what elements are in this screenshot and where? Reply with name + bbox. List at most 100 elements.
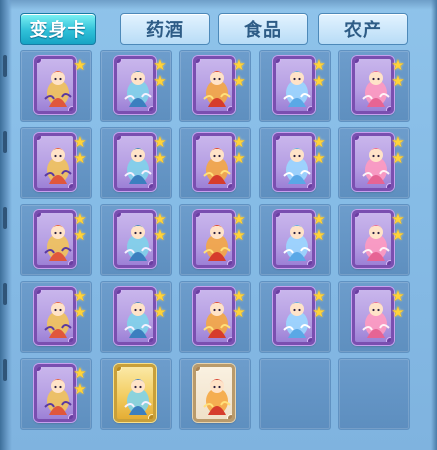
inventory-slot[interactable]: ★ ★	[20, 127, 92, 199]
star-icon: ★	[312, 73, 326, 90]
star-icon: ★	[232, 211, 246, 228]
card-ice-deer[interactable]	[352, 133, 394, 191]
card-character-art	[203, 148, 231, 184]
inventory-slot[interactable]: ★ ★	[179, 281, 251, 353]
star-icon: ★	[73, 150, 87, 167]
card-blue-mage[interactable]	[273, 133, 315, 191]
card-character-art	[124, 148, 152, 184]
rarity-stars: ★ ★	[312, 134, 326, 168]
star-icon: ★	[73, 381, 87, 398]
card-character-art	[124, 225, 152, 261]
star-icon: ★	[73, 211, 87, 228]
rarity-stars: ★ ★	[232, 211, 246, 245]
inventory-slot[interactable]: ★	[20, 50, 92, 122]
rarity-stars: ★ ★	[232, 289, 246, 322]
card-character-art	[283, 148, 311, 184]
star-icon: ★	[73, 57, 87, 74]
card-golden-lion[interactable]	[193, 56, 235, 114]
inventory-slot[interactable]: ★ ★	[20, 358, 92, 430]
inventory-slot[interactable]: ★ ★	[259, 204, 331, 276]
card-character-art	[124, 379, 152, 415]
rarity-stars: ★ ★	[153, 212, 167, 245]
inventory-slot[interactable]: ★ ★	[100, 50, 172, 122]
inventory-slot[interactable]: ★ ★	[20, 204, 92, 276]
card-flame-fox[interactable]	[352, 287, 394, 345]
inventory-slot[interactable]: ★ ★	[338, 204, 410, 276]
card-golden-lion[interactable]	[352, 56, 394, 114]
card-dark-maiden[interactable]	[273, 287, 315, 345]
card-bronze-warrior[interactable]	[34, 364, 76, 422]
card-golden-lion[interactable]	[34, 133, 76, 191]
card-armored-general[interactable]	[34, 210, 76, 268]
inventory-slot[interactable]: ★ ★	[338, 281, 410, 353]
card-rider-warrior[interactable]	[193, 133, 235, 191]
card-character-art	[362, 71, 390, 107]
rarity-stars: ★ ★	[312, 211, 326, 245]
card-character-art	[362, 225, 390, 261]
card-swordsman[interactable]	[114, 56, 156, 114]
star-icon: ★	[391, 57, 405, 74]
star-icon: ★	[232, 304, 246, 321]
star-icon: ★	[391, 304, 405, 321]
tab-medicine-wine[interactable]: 药酒	[120, 13, 210, 45]
inventory-slot[interactable]: ★ ★	[100, 204, 172, 276]
inventory-slot[interactable]: ★ ★	[259, 127, 331, 199]
star-icon: ★	[391, 134, 405, 151]
rarity-stars: ★ ★	[391, 134, 405, 168]
star-icon: ★	[391, 227, 405, 244]
card-crystal-fairy[interactable]	[114, 210, 156, 268]
inventory-slot-empty[interactable]	[338, 358, 410, 430]
inventory-slot[interactable]	[179, 358, 251, 430]
inventory-slot[interactable]: ★ ★	[179, 204, 251, 276]
inventory-slot[interactable]: ★ ★	[179, 127, 251, 199]
rarity-stars: ★ ★	[153, 57, 167, 91]
card-character-art	[44, 302, 72, 338]
edge-notch	[3, 359, 7, 381]
card-golden-lion[interactable]	[273, 56, 315, 114]
star-icon: ★	[391, 73, 405, 90]
card-pink-girl[interactable]	[193, 364, 235, 422]
card-red-dragonfly[interactable]	[193, 287, 235, 345]
panel-right-edge	[431, 0, 437, 450]
panel-left-edge	[0, 0, 12, 450]
inventory-slot[interactable]: ★ ★	[100, 127, 172, 199]
star-icon: ★	[153, 134, 167, 151]
star-icon: ★	[312, 134, 326, 151]
rarity-stars: ★ ★	[312, 57, 326, 91]
card-golden-lion[interactable]	[114, 133, 156, 191]
rarity-stars: ★ ★	[312, 289, 326, 322]
inventory-slot[interactable]	[100, 358, 172, 430]
inventory-slot[interactable]: ★ ★	[338, 127, 410, 199]
card-fire-fox[interactable]	[352, 210, 394, 268]
card-red-haired-hero[interactable]	[114, 364, 156, 422]
card-winged-demon[interactable]	[114, 287, 156, 345]
inventory-slot[interactable]: ★ ★	[20, 281, 92, 353]
card-crystal-fairy[interactable]	[193, 210, 235, 268]
tab-food[interactable]: 食品	[218, 13, 308, 45]
star-icon: ★	[232, 57, 246, 74]
rarity-stars: ★ ★	[232, 134, 246, 168]
rarity-stars: ★ ★	[153, 134, 167, 168]
inventory-slot[interactable]: ★ ★	[179, 50, 251, 122]
star-icon: ★	[232, 134, 246, 151]
star-icon: ★	[312, 57, 326, 74]
star-icon: ★	[153, 57, 167, 74]
card-frost-knight[interactable]	[34, 287, 76, 345]
rarity-stars: ★	[73, 57, 87, 75]
inventory-slot[interactable]: ★ ★	[100, 281, 172, 353]
edge-notch	[3, 207, 7, 229]
card-whitehair-sage[interactable]	[34, 56, 76, 114]
tab-transform-card[interactable]: 变身卡	[20, 13, 96, 45]
star-icon: ★	[73, 365, 87, 382]
star-icon: ★	[312, 304, 326, 321]
inventory-slot[interactable]: ★ ★	[259, 50, 331, 122]
card-rabbit-girl[interactable]	[273, 210, 315, 268]
inventory-slot-empty[interactable]	[259, 358, 331, 430]
card-character-art	[203, 302, 231, 338]
inventory-slot[interactable]: ★ ★	[338, 50, 410, 122]
inventory-grid: ★ ★ ★ ★ ★ ★ ★ ★ ★ ★ ★ ★ ★ ★ ★ ★ ★ ★ ★ ★ ★ ★ ★ ★ ★ ★ ★ ★ ★ ★ ★ ★ ★ ★ ★ ★ ★ ★ ★ ★…	[20, 50, 410, 440]
rarity-stars: ★ ★	[73, 211, 87, 245]
star-icon: ★	[312, 211, 326, 228]
tab-farm-produce[interactable]: 农产	[318, 13, 408, 45]
inventory-slot[interactable]: ★ ★	[259, 281, 331, 353]
